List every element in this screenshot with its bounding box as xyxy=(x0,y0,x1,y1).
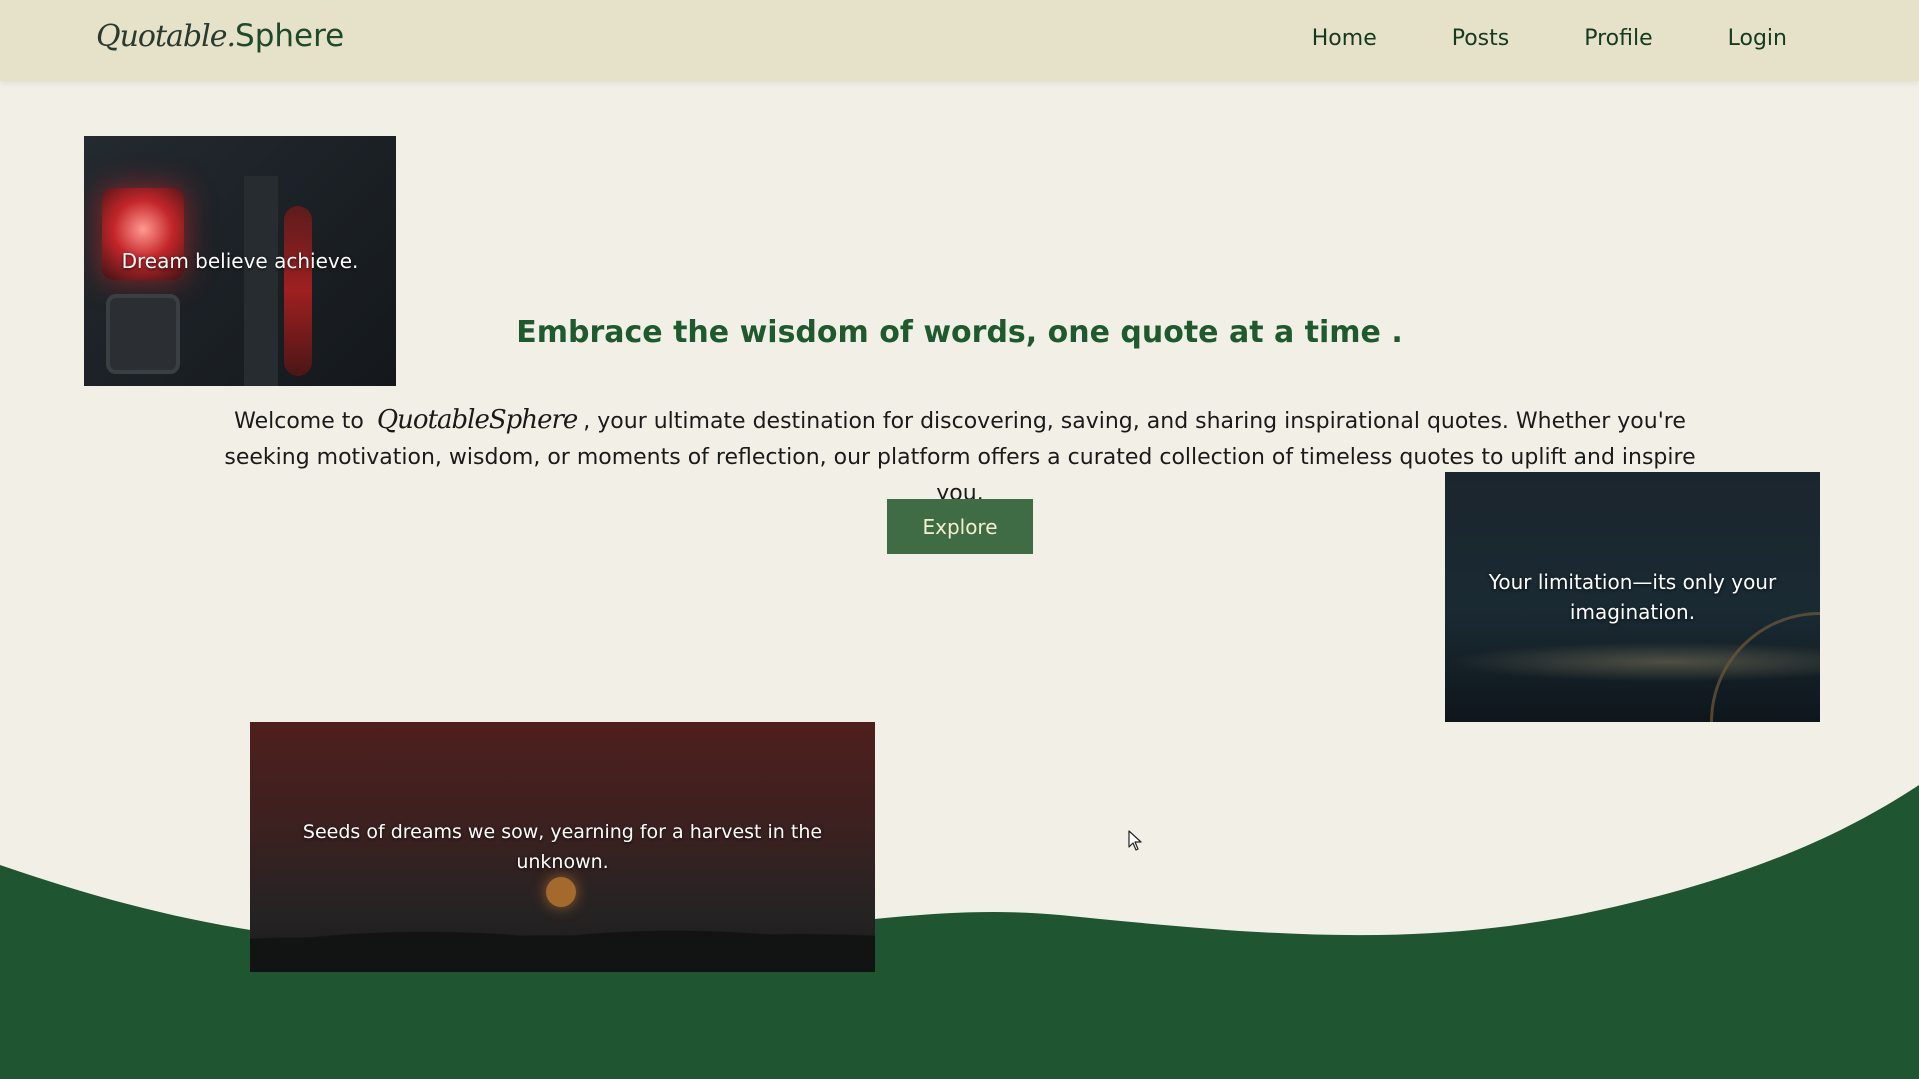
quote-card-seeds: Seeds of dreams we sow, yearning for a h… xyxy=(250,722,875,972)
logo-script-part: Quotable. xyxy=(96,19,236,54)
logo-sans-part: Sphere xyxy=(235,18,345,54)
palm-tree-silhouettes xyxy=(250,892,875,972)
mouse-cursor-icon xyxy=(1128,830,1142,851)
traffic-light-lower-lamp xyxy=(106,294,180,374)
red-light-streak xyxy=(284,206,312,376)
intro-brand: QuotableSphere xyxy=(376,405,578,435)
site-logo[interactable]: Quotable.Sphere xyxy=(96,18,344,54)
nav-posts-link[interactable]: Posts xyxy=(1452,26,1510,51)
nav-login-link[interactable]: Login xyxy=(1728,26,1787,51)
quote-card-dream: Dream believe achieve. xyxy=(84,136,396,386)
quote-card-text: Seeds of dreams we sow, yearning for a h… xyxy=(302,821,823,873)
quote-card-text: Your limitation—its only your imaginatio… xyxy=(1488,570,1777,624)
page: Quotable.Sphere Home Posts Profile Login… xyxy=(0,0,1919,1079)
explore-button[interactable]: Explore xyxy=(887,499,1033,554)
nav-home-link[interactable]: Home xyxy=(1312,26,1377,51)
navbar: Quotable.Sphere Home Posts Profile Login xyxy=(0,0,1919,81)
nav-profile-link[interactable]: Profile xyxy=(1584,26,1652,51)
quote-card-limitation: Your limitation—its only your imaginatio… xyxy=(1445,472,1820,722)
traffic-light-pole xyxy=(244,176,278,386)
main-nav: Home Posts Profile Login xyxy=(1312,26,1787,51)
bridge-railing xyxy=(1710,612,1820,722)
quote-card-text: Dream believe achieve. xyxy=(121,249,359,273)
intro-prefix: Welcome to xyxy=(234,409,364,434)
